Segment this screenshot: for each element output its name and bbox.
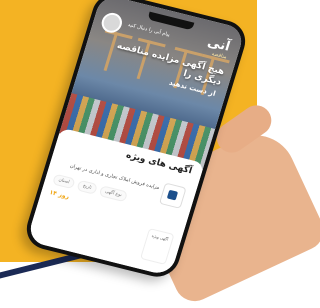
chip-province: استان <box>52 173 76 190</box>
profile-avatar[interactable] <box>99 10 125 35</box>
featured-badge: آگهی ویژه <box>139 227 175 265</box>
chip-type: نوع آگهی <box>98 185 128 203</box>
chip-date: تاریخ <box>76 179 98 195</box>
organization-logo <box>158 182 187 209</box>
ad-meta: نوع آگهی تاریخ استان <box>52 173 156 210</box>
bank-icon <box>166 189 179 201</box>
follow-text[interactable]: پیام آنی را دنبال کنید <box>127 22 170 38</box>
days-left: ۱۴ روز <box>48 188 71 201</box>
brand-logo[interactable]: آنی مناقصه <box>204 35 232 61</box>
